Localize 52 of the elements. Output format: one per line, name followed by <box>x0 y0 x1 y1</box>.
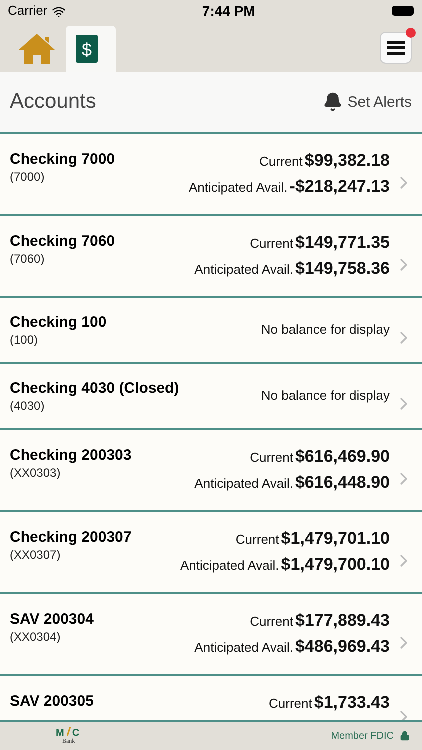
anticipated-balance: $616,448.90 <box>295 473 390 493</box>
current-label: Current <box>260 154 303 169</box>
member-fdic-label: Member FDIC <box>331 730 410 742</box>
battery-icon <box>392 6 414 16</box>
anticipated-balance: $486,969.43 <box>295 637 390 657</box>
anticipated-balance: $149,758.36 <box>295 259 390 279</box>
account-name: Checking 200303 <box>10 447 133 464</box>
current-label: Current <box>269 696 312 711</box>
accounts-tab[interactable]: $ <box>66 26 116 72</box>
anticipated-label: Anticipated Avail. <box>194 476 294 491</box>
account-name: Checking 4030 (Closed) <box>10 380 180 397</box>
current-balance: $616,469.90 <box>295 447 390 467</box>
status-time: 7:44 PM <box>202 3 256 19</box>
account-number: (XX0303) <box>10 466 62 480</box>
account-number: (XX0307) <box>10 548 62 562</box>
account-number: (100) <box>10 333 40 347</box>
account-number: (4030) <box>10 399 46 413</box>
bell-icon <box>322 92 343 112</box>
carrier-label: Carrier <box>8 3 66 19</box>
current-balance: $99,382.18 <box>304 151 390 171</box>
account-name: Checking 7000 <box>10 151 116 168</box>
current-balance: $1,479,701.10 <box>281 529 390 549</box>
wifi-icon <box>52 4 66 19</box>
menu-icon <box>387 41 405 55</box>
house-icon <box>18 33 56 65</box>
account-number: (XX0304) <box>10 630 62 644</box>
account-number: (7000) <box>10 170 46 184</box>
account-name: Checking 100 <box>10 314 108 331</box>
set-alerts-button[interactable]: Set Alerts <box>322 92 412 112</box>
anticipated-label: Anticipated Avail. <box>194 640 294 655</box>
no-balance-message: No balance for display <box>261 388 390 403</box>
page-title: Accounts <box>10 90 96 114</box>
anticipated-balance: -$218,247.13 <box>290 177 390 197</box>
current-label: Current <box>236 532 280 547</box>
current-label: Current <box>250 614 294 629</box>
account-name: Checking 200307 <box>10 529 133 546</box>
lock-icon <box>400 731 410 741</box>
current-balance: $149,771.35 <box>295 233 390 253</box>
account-number: (7060) <box>10 252 46 266</box>
anticipated-label: Anticipated Avail. <box>189 180 288 195</box>
account-name: SAV 200304 <box>10 611 95 628</box>
slash-mark-icon <box>67 727 72 736</box>
account-name: Checking 7060 <box>10 233 116 250</box>
current-label: Current <box>250 450 294 465</box>
current-label: Current <box>250 236 294 251</box>
account-name: SAV 200305 <box>10 693 95 710</box>
current-balance: $1,733.43 <box>314 693 390 713</box>
no-balance-message: No balance for display <box>261 322 390 337</box>
anticipated-label: Anticipated Avail. <box>180 558 280 573</box>
current-balance: $177,889.43 <box>295 611 390 631</box>
anticipated-label: Anticipated Avail. <box>194 262 294 277</box>
anticipated-balance: $1,479,700.10 <box>281 555 390 575</box>
